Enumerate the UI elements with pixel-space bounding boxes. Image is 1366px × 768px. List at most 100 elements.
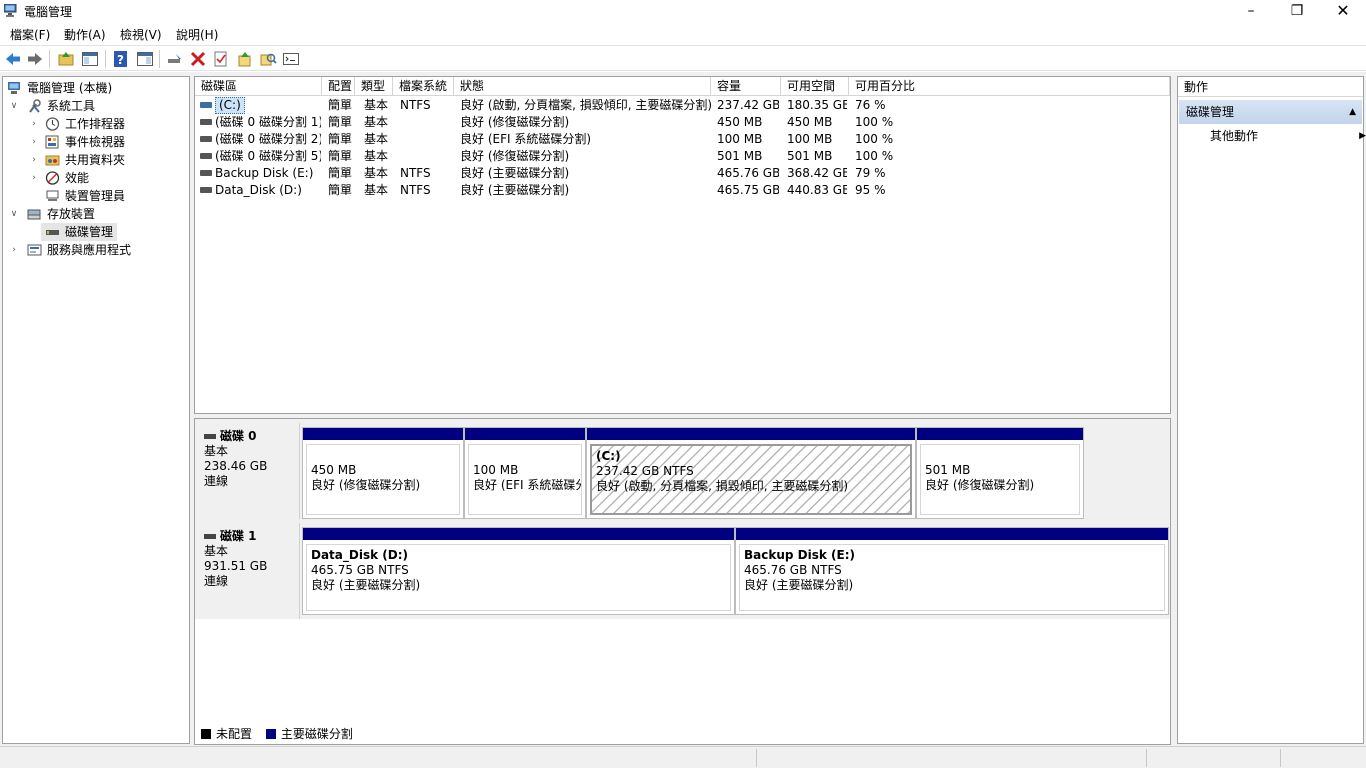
primary-partition-bar [465, 428, 585, 440]
cell-filesystem [400, 114, 452, 131]
console-icon[interactable] [282, 50, 300, 68]
forward-arrow-icon[interactable] [26, 50, 44, 68]
partition-disk0-recovery-5[interactable]: 501 MB 良好 (修復磁碟分割) [916, 427, 1084, 519]
connect-drive-icon[interactable] [166, 50, 184, 68]
disk-1-label[interactable]: 磁碟 1 基本 931.51 GB 連線 [195, 523, 300, 619]
show-hide-tree-icon[interactable] [81, 50, 99, 68]
chevron-down-icon[interactable]: ∨ [9, 97, 19, 115]
performance-icon [45, 171, 60, 185]
cell-capacity: 465.75 GB [717, 183, 779, 197]
chevron-right-icon[interactable]: › [29, 151, 39, 169]
cell-layout: 簡單 [328, 183, 353, 197]
delete-icon[interactable] [189, 50, 207, 68]
cell-filesystem [400, 148, 452, 165]
cell-capacity: 237.42 GB [717, 98, 779, 112]
tree-item-storage[interactable]: ∨ 存放裝置 [5, 205, 185, 223]
show-hide-action-pane-icon[interactable] [136, 50, 154, 68]
computer-management-icon [4, 4, 17, 17]
primary-partition-bar [587, 428, 915, 440]
cell-capacity: 100 MB [717, 132, 763, 146]
rescan-up-icon[interactable] [236, 50, 254, 68]
shared-folder-icon [45, 155, 60, 166]
table-row[interactable]: Data_Disk (D:) 簡單 基本 NTFS 良好 (主要磁碟分割) 465.75 … [195, 182, 1170, 199]
cell-status: 良好 (主要磁碟分割) [460, 183, 570, 197]
chevron-right-icon[interactable]: › [29, 133, 39, 151]
restore-button[interactable]: ❐ [1274, 0, 1320, 22]
tree-item-system-tools[interactable]: ∨ 系統工具 [5, 97, 185, 115]
partition-c-drive[interactable]: (C:) 237.42 GB NTFS 良好 (啟動, 分頁檔案, 損毀傾印, … [586, 427, 916, 519]
tree-item-services-apps[interactable]: › 服務與應用程式 [5, 241, 185, 259]
table-row[interactable]: (磁碟 0 磁碟分割 2) 簡單 基本 良好 (EFI 系統磁碟分割) 100 MB 10… [195, 131, 1170, 148]
partition-disk0-efi[interactable]: 100 MB 良好 (EFI 系統磁碟分 [464, 427, 586, 519]
cell-free-space: 100 MB [787, 132, 833, 146]
table-row[interactable]: Backup Disk (E:) 簡單 基本 NTFS 良好 (主要磁碟分割) 465.7… [195, 165, 1170, 182]
tree-item-task-scheduler[interactable]: › 工作排程器 [5, 115, 185, 133]
title-bar: 電腦管理 – ❐ ✕ [0, 0, 1366, 22]
cell-free-space: 450 MB [787, 115, 833, 129]
primary-swatch [265, 729, 276, 739]
tree-item-event-viewer[interactable]: › 事件檢視器 [5, 133, 185, 151]
tree-label: 磁碟管理 [65, 225, 114, 239]
cell-status: 良好 (修復磁碟分割) [460, 149, 570, 163]
cell-percent-free: 100 % [855, 132, 894, 146]
partition-status: 良好 (主要磁碟分割) [311, 578, 421, 592]
cell-free-space: 368.42 GB [787, 166, 847, 180]
actions-section-disk-management[interactable]: 磁碟管理 ▲ [1179, 100, 1362, 124]
volume-icon [200, 187, 212, 193]
chevron-right-icon[interactable]: › [9, 241, 19, 259]
tree-label: 裝置管理員 [65, 189, 126, 203]
partition-status: 良好 (主要磁碟分割) [744, 578, 854, 592]
tree-item-disk-management[interactable]: 磁碟管理 [41, 223, 117, 241]
volume-icon [200, 153, 212, 159]
search-volume-icon[interactable] [259, 50, 277, 68]
table-row[interactable]: (磁碟 0 磁碟分割 5) 簡單 基本 良好 (修復磁碟分割) 501 MB 501 MB… [195, 148, 1170, 165]
menu-action[interactable]: 動作(A) [64, 26, 106, 43]
tree-item-performance[interactable]: › 效能 [5, 169, 185, 187]
table-row[interactable]: (磁碟 0 磁碟分割 1) 簡單 基本 良好 (修復磁碟分割) 450 MB 450 MB… [195, 114, 1170, 131]
tree-item-device-manager[interactable]: 裝置管理員 [5, 187, 185, 205]
chevron-right-icon[interactable]: › [29, 115, 39, 133]
tree-item-shared-folders[interactable]: › 共用資料夾 [5, 151, 185, 169]
disk-size: 931.51 GB [204, 559, 268, 573]
column-header-filesystem[interactable]: 檔案系統 [393, 77, 454, 96]
column-header-free-space[interactable]: 可用空間 [781, 77, 849, 96]
tree-item-computer-management[interactable]: 電腦管理 (本機) [5, 79, 185, 97]
cell-percent-free: 95 % [855, 183, 886, 197]
partition-d-drive[interactable]: Data_Disk (D:) 465.75 GB NTFS 良好 (主要磁碟分割… [302, 527, 735, 615]
help-icon[interactable]: ? [112, 50, 130, 68]
up-folder-icon[interactable] [57, 50, 75, 68]
column-header-volume[interactable]: 磁碟區 [195, 77, 322, 96]
column-header-percent-free[interactable]: 可用百分比 [849, 77, 1170, 96]
more-actions-item[interactable]: 其他動作 ▶ [1210, 127, 1366, 145]
chevron-down-icon[interactable]: ∨ [9, 205, 19, 223]
primary-partition-bar [303, 528, 734, 540]
partition-e-drive[interactable]: Backup Disk (E:) 465.76 GB NTFS 良好 (主要磁碟… [735, 527, 1169, 615]
volume-list: 磁碟區 配置 類型 檔案系統 狀態 容量 可用空間 可用百分比 (C:) 簡單 基本… [194, 76, 1171, 414]
cell-layout: 簡單 [328, 132, 353, 146]
cell-type: 基本 [364, 132, 389, 146]
cell-type: 基本 [364, 115, 389, 129]
back-arrow-icon[interactable] [4, 50, 22, 68]
tree-label: 效能 [65, 171, 90, 185]
menu-view[interactable]: 檢視(V) [120, 26, 162, 43]
minimize-button[interactable]: – [1228, 0, 1274, 22]
partition-size: 465.76 GB NTFS [744, 563, 842, 577]
storage-icon [27, 209, 41, 220]
menu-help[interactable]: 說明(H) [176, 26, 218, 43]
menu-file[interactable]: 檔案(F) [10, 26, 50, 43]
table-row[interactable]: (C:) 簡單 基本 NTFS 良好 (啟動, 分頁檔案, 損毀傾印, 主要磁碟分割) 2… [195, 97, 1170, 114]
tree-label: 系統工具 [47, 99, 96, 113]
legend-unallocated: 未配置 [216, 727, 253, 741]
cell-layout: 簡單 [328, 115, 353, 129]
disk-0-label[interactable]: 磁碟 0 基本 238.46 GB 連線 [195, 423, 300, 519]
chevron-right-icon[interactable]: › [29, 169, 39, 187]
column-header-type[interactable]: 類型 [355, 77, 393, 96]
close-button[interactable]: ✕ [1320, 0, 1366, 22]
column-header-status[interactable]: 狀態 [454, 77, 711, 96]
cell-free-space: 501 MB [787, 149, 833, 163]
collapse-up-icon[interactable]: ▲ [1349, 100, 1356, 124]
properties-icon[interactable] [212, 50, 230, 68]
column-header-capacity[interactable]: 容量 [711, 77, 781, 96]
partition-disk0-recovery-1[interactable]: 450 MB 良好 (修復磁碟分割) [302, 427, 464, 519]
column-header-layout[interactable]: 配置 [322, 77, 355, 96]
